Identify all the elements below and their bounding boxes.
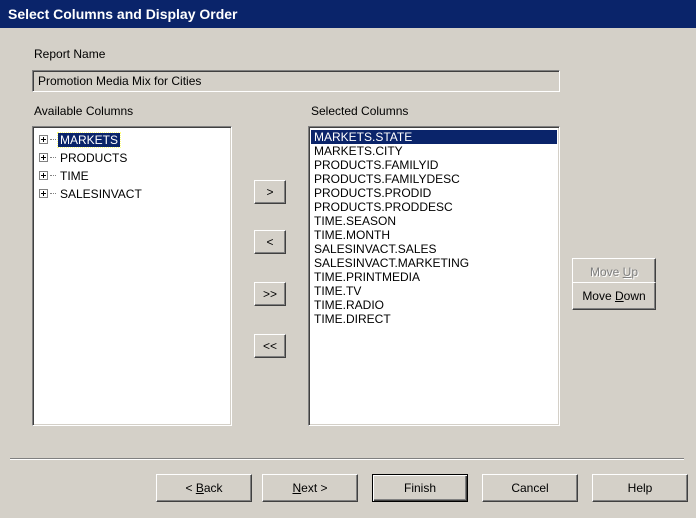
selected-columns-list[interactable]: MARKETS.STATE MARKETS.CITY PRODUCTS.FAMI… — [308, 126, 560, 426]
available-columns-tree[interactable]: MARKETS PRODUCTS TIME SALESINVACT — [32, 126, 232, 426]
add-all-columns-button[interactable]: >> — [254, 282, 286, 306]
report-name-field[interactable]: Promotion Media Mix for Cities — [32, 70, 560, 92]
dialog-title-bar: Select Columns and Display Order — [0, 0, 696, 28]
list-item[interactable]: MARKETS.CITY — [311, 144, 557, 158]
tree-item-label: SALESINVACT — [60, 186, 142, 201]
cancel-button[interactable]: Cancel — [482, 474, 578, 502]
finish-button[interactable]: Finish — [372, 474, 468, 502]
list-item[interactable]: TIME.MONTH — [311, 228, 557, 242]
report-name-value: Promotion Media Mix for Cities — [38, 74, 202, 88]
list-item[interactable]: PRODUCTS.PRODID — [311, 186, 557, 200]
tree-item-products[interactable]: PRODUCTS — [39, 150, 129, 165]
tree-item-markets[interactable]: MARKETS — [39, 131, 122, 148]
remove-column-button[interactable]: < — [254, 230, 286, 254]
list-item[interactable]: TIME.DIRECT — [311, 312, 557, 326]
next-button[interactable]: Next > — [262, 474, 358, 502]
tree-item-time[interactable]: TIME — [39, 168, 91, 183]
list-item[interactable]: PRODUCTS.FAMILYDESC — [311, 172, 557, 186]
tree-item-label: PRODUCTS — [60, 150, 128, 165]
add-column-button[interactable]: > — [254, 180, 286, 204]
list-item[interactable]: PRODUCTS.PRODDESC — [311, 200, 557, 214]
selected-columns-label: Selected Columns — [311, 104, 409, 118]
help-button[interactable]: Help — [592, 474, 688, 502]
list-item[interactable]: TIME.PRINTMEDIA — [311, 270, 557, 284]
expand-icon[interactable] — [39, 135, 48, 144]
dialog-title: Select Columns and Display Order — [8, 6, 238, 22]
expand-icon[interactable] — [39, 171, 48, 180]
list-item[interactable]: TIME.RADIO — [311, 298, 557, 312]
footer-separator — [10, 458, 684, 460]
back-button[interactable]: < Back — [156, 474, 252, 502]
list-item[interactable]: SALESINVACT.SALES — [311, 242, 557, 256]
move-down-button[interactable]: Move Down — [572, 282, 656, 310]
list-item[interactable]: PRODUCTS.FAMILYID — [311, 158, 557, 172]
report-name-label: Report Name — [34, 47, 106, 61]
remove-all-columns-button[interactable]: << — [254, 334, 286, 358]
available-columns-label: Available Columns — [34, 104, 134, 118]
list-item[interactable]: MARKETS.STATE — [311, 130, 557, 144]
list-item[interactable]: SALESINVACT.MARKETING — [311, 256, 557, 270]
expand-icon[interactable] — [39, 189, 48, 198]
tree-item-salesinvact[interactable]: SALESINVACT — [39, 186, 144, 201]
list-item[interactable]: TIME.TV — [311, 284, 557, 298]
tree-item-label: TIME — [60, 168, 89, 183]
expand-icon[interactable] — [39, 153, 48, 162]
tree-item-label: MARKETS — [56, 131, 122, 148]
list-item[interactable]: TIME.SEASON — [311, 214, 557, 228]
